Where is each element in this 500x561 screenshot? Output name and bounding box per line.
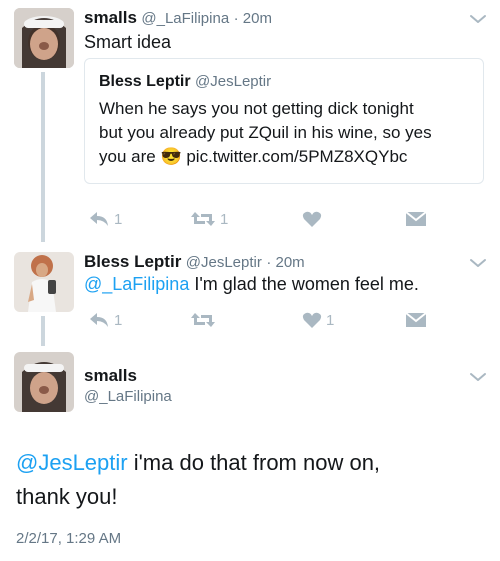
dm-button[interactable] — [405, 211, 427, 227]
chevron-down-icon[interactable] — [468, 370, 488, 384]
author-handle[interactable]: @_LaFilipina — [141, 10, 229, 27]
reply-button[interactable]: 1 — [88, 210, 122, 228]
reply-icon — [90, 212, 108, 226]
avatar[interactable] — [14, 8, 74, 68]
author-handle[interactable]: @JesLeptir — [186, 254, 262, 271]
mention-link[interactable]: @_LaFilipina — [84, 274, 189, 294]
heart-icon — [302, 211, 322, 227]
quote-author-handle: @JesLeptir — [195, 73, 272, 90]
reply-count: 1 — [114, 311, 123, 329]
chevron-down-icon[interactable] — [468, 12, 488, 26]
dm-icon — [405, 211, 427, 226]
chevron-down-icon[interactable] — [468, 256, 488, 270]
sunglasses-emoji: 😎 — [160, 147, 182, 166]
reply-icon — [90, 313, 108, 327]
retweet-icon — [191, 313, 215, 327]
tweet-text: thank you! — [16, 484, 118, 509]
dm-icon — [405, 312, 427, 327]
like-button[interactable]: 1 — [302, 311, 334, 329]
author-name[interactable]: smalls — [84, 366, 137, 386]
quote-media-link[interactable]: pic.twitter.com/5PMZ8XQYbc — [186, 147, 407, 166]
thread-line-2 — [41, 316, 45, 346]
tweet-text: I'm glad the women feel me. — [189, 274, 419, 294]
retweet-button[interactable]: 1 — [190, 210, 228, 228]
retweet-button[interactable] — [190, 311, 220, 329]
reply-button[interactable]: 1 — [88, 311, 122, 329]
retweet-icon — [191, 212, 215, 226]
retweet-count: 1 — [220, 210, 229, 228]
quote-line: When he says you not getting dick tonigh… — [99, 99, 414, 118]
avatar[interactable] — [14, 252, 74, 312]
author-name[interactable]: Bless Leptir — [84, 252, 181, 271]
tweet-text: i'ma do that from now on, — [127, 450, 381, 475]
tweet-text: Smart idea — [84, 32, 172, 52]
tweet-time[interactable]: · 20m — [266, 254, 304, 271]
author-name[interactable]: smalls — [84, 8, 137, 27]
like-count: 1 — [326, 311, 335, 329]
thread-line-1 — [41, 72, 45, 242]
author-handle[interactable]: @_LaFilipina — [84, 388, 172, 405]
quoted-tweet[interactable]: Bless Leptir @JesLeptir When he says you… — [84, 58, 484, 184]
mention-link[interactable]: @JesLeptir — [16, 450, 128, 475]
heart-icon — [302, 312, 322, 328]
quote-line: but you already put ZQuil in his wine, s… — [99, 123, 432, 142]
tweet-time[interactable]: · 20m — [234, 10, 272, 27]
reply-count: 1 — [114, 210, 123, 228]
quote-line: you are — [99, 147, 156, 166]
dm-button[interactable] — [405, 312, 427, 328]
quote-author-name: Bless Leptir — [99, 73, 191, 90]
like-button[interactable] — [302, 210, 326, 228]
avatar[interactable] — [14, 352, 74, 412]
tweet-timestamp[interactable]: 2/2/17, 1:29 AM — [16, 530, 121, 547]
